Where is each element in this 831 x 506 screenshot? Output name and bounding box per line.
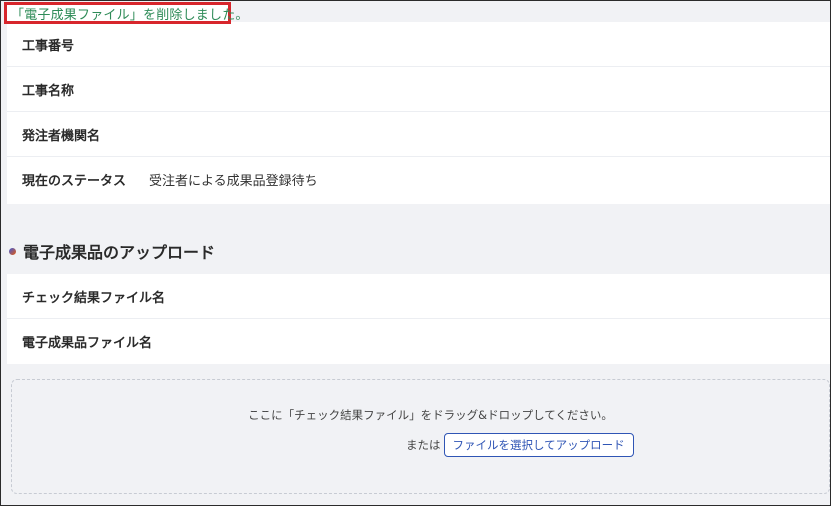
file-row-check-result: チェック結果ファイル名 xyxy=(7,274,830,319)
dropzone-or-text: または xyxy=(406,438,441,452)
delete-notice: 「電子成果ファイル」を削除しました。 xyxy=(4,2,248,24)
info-label-project-name: 工事名称 xyxy=(22,83,75,99)
file-label-check-result: チェック結果ファイル名 xyxy=(22,290,166,306)
file-dropzone[interactable]: ここに「チェック結果ファイル」をドラッグ&ドロップしてください。 または ファイ… xyxy=(11,379,830,494)
project-info-panel: 工事番号 工事名称 発注者機関名 現在のステータス 受注者による成果品登録待ち xyxy=(7,22,830,204)
file-row-deliverable: 電子成果品ファイル名 xyxy=(7,319,830,364)
info-row-orderer: 発注者機関名 xyxy=(7,112,830,157)
info-row-project-number: 工事番号 xyxy=(7,22,830,67)
info-row-project-name: 工事名称 xyxy=(7,67,830,112)
info-label-status: 現在のステータス xyxy=(22,174,127,189)
dropzone-instruction: ここに「チェック結果ファイル」をドラッグ&ドロップしてください。 xyxy=(248,408,613,422)
dropzone-alternative: または ファイルを選択してアップロード xyxy=(406,433,634,457)
file-label-deliverable: 電子成果品ファイル名 xyxy=(22,336,153,351)
delete-notice-message: 「電子成果ファイル」を削除しました。 xyxy=(11,7,249,23)
select-file-upload-button[interactable]: ファイルを選択してアップロード xyxy=(443,433,634,457)
info-label-orderer: 発注者機関名 xyxy=(22,128,101,144)
info-row-status: 現在のステータス 受注者による成果品登録待ち xyxy=(7,157,830,202)
file-info-panel: チェック結果ファイル名 電子成果品ファイル名 xyxy=(7,274,830,364)
info-value-status: 受注者による成果品登録待ち xyxy=(149,174,318,189)
page-frame: 「電子成果ファイル」を削除しました。 工事番号 工事名称 発注者機関名 現在のス… xyxy=(0,0,831,506)
section-bullet-icon xyxy=(9,247,16,255)
upload-section-heading: 電子成果品のアップロード xyxy=(9,239,215,263)
info-label-project-number: 工事番号 xyxy=(22,38,75,54)
upload-section-title: 電子成果品のアップロード xyxy=(23,243,216,262)
